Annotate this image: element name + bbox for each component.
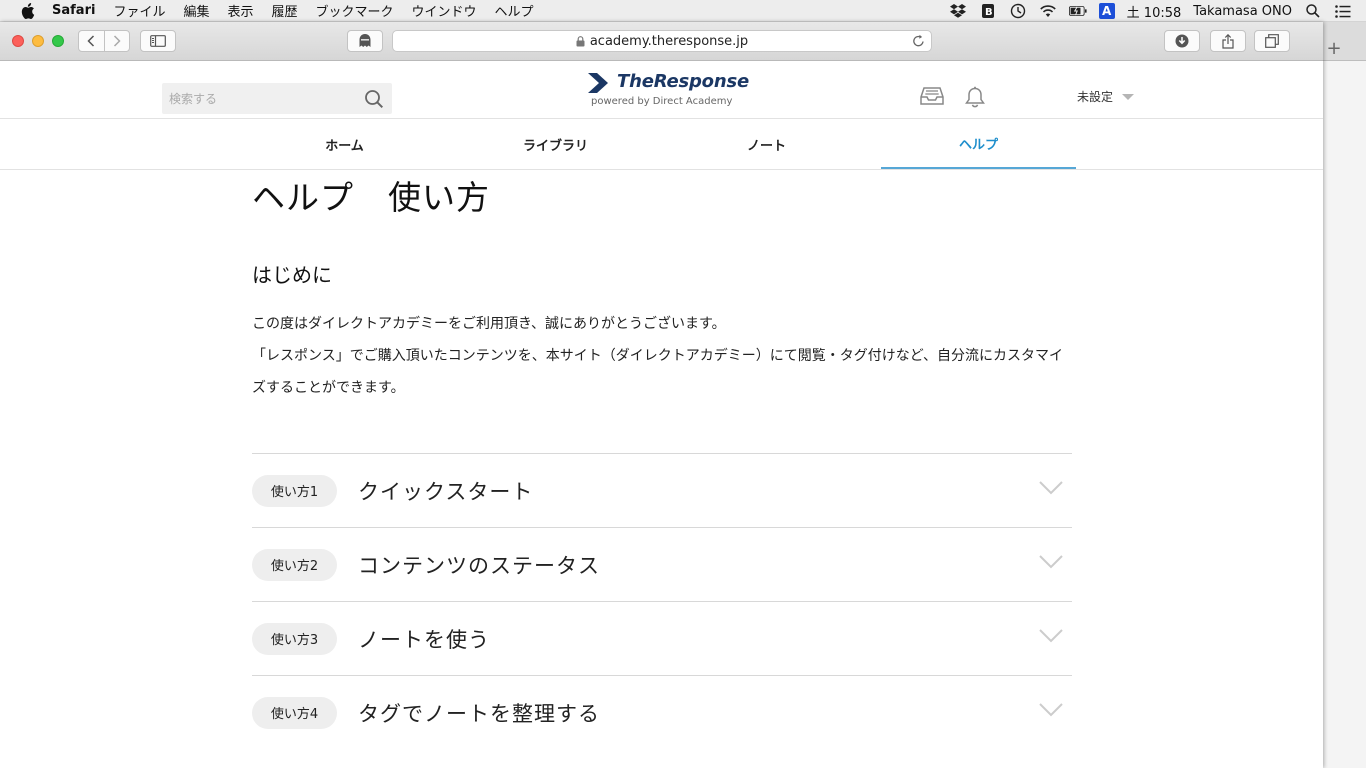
- evernote-icon[interactable]: B: [979, 3, 997, 19]
- reload-icon: [913, 34, 924, 47]
- menu-history[interactable]: 履歴: [271, 1, 297, 20]
- spotlight-icon[interactable]: [1304, 3, 1322, 19]
- web-page: TheResponse powered by Direct Academy 未設…: [0, 61, 1323, 768]
- nav-tab-notes[interactable]: ノート: [669, 119, 864, 169]
- wifi-icon[interactable]: [1039, 3, 1057, 19]
- site-header: TheResponse powered by Direct Academy 未設…: [0, 61, 1323, 119]
- user-menu-label: 未設定: [1077, 90, 1114, 104]
- forward-button[interactable]: [103, 31, 129, 51]
- intro-text: この度はダイレクトアカデミーをご利用頂き、誠にありがとうございます。 「レスポン…: [252, 308, 1072, 404]
- share-button[interactable]: [1210, 30, 1246, 52]
- main-nav: ホーム ライブラリ ノート ヘルプ: [0, 119, 1323, 170]
- faq-item-4[interactable]: 使い方4 タグでノートを整理する: [252, 675, 1072, 749]
- dropbox-icon[interactable]: [949, 3, 967, 19]
- svg-text:B: B: [985, 7, 993, 18]
- faq-badge: 使い方4: [252, 696, 337, 729]
- background-window-toolbar: +: [1323, 22, 1366, 61]
- faq-item-3[interactable]: 使い方3 ノートを使う: [252, 601, 1072, 675]
- logo-tagline: powered by Direct Academy: [591, 96, 733, 107]
- logo-arrow-icon: [588, 73, 608, 93]
- site-search: [162, 83, 392, 114]
- chevron-down-icon[interactable]: [1038, 702, 1064, 718]
- menubar-app-name[interactable]: Safari: [52, 3, 95, 18]
- notification-center-icon[interactable]: [1334, 3, 1352, 19]
- menu-view[interactable]: 表示: [227, 1, 253, 20]
- show-tabs-button[interactable]: [1254, 30, 1290, 52]
- menu-window[interactable]: ウインドウ: [412, 1, 477, 20]
- sidebar-icon: [150, 35, 166, 47]
- nav-tab-help[interactable]: ヘルプ: [881, 119, 1076, 169]
- downloads-button[interactable]: [1164, 30, 1200, 52]
- share-icon: [1222, 33, 1234, 49]
- close-window-button[interactable]: [12, 35, 24, 47]
- safari-toolbar: academy.theresponse.jp: [0, 22, 1323, 61]
- sidebar-button[interactable]: [140, 30, 176, 52]
- caret-down-icon: [1122, 93, 1135, 100]
- faq-badge: 使い方1: [252, 474, 337, 507]
- main-content: ヘルプ 使い方 はじめに この度はダイレクトアカデミーをご利用頂き、誠にありがと…: [252, 171, 1072, 404]
- input-method-icon[interactable]: A: [1098, 3, 1115, 19]
- menu-edit[interactable]: 編集: [183, 1, 209, 20]
- new-tab-icon[interactable]: +: [1321, 37, 1347, 59]
- nav-tab-library[interactable]: ライブラリ: [458, 119, 653, 169]
- chevron-down-icon[interactable]: [1038, 628, 1064, 644]
- faq-item-2[interactable]: 使い方2 コンテンツのステータス: [252, 527, 1072, 601]
- chevron-left-icon: [87, 35, 95, 47]
- menubar-status-area: B A 土 10:58 Takamasa ONO: [949, 0, 1366, 22]
- window-controls: [12, 35, 64, 47]
- intro-line-1: この度はダイレクトアカデミーをご利用頂き、誠にありがとうございます。: [252, 316, 726, 332]
- menubar-clock[interactable]: 土 10:58: [1127, 2, 1182, 21]
- tabs-icon: [1265, 34, 1279, 48]
- nav-tab-home[interactable]: ホーム: [247, 119, 442, 169]
- faq-title: クイックスタート: [358, 479, 534, 504]
- download-icon: [1175, 34, 1189, 48]
- time-machine-icon[interactable]: [1009, 3, 1027, 19]
- back-forward-group: [78, 30, 130, 52]
- faq-item-1[interactable]: 使い方1 クイックスタート: [252, 453, 1072, 527]
- faq-title: コンテンツのステータス: [358, 553, 600, 578]
- menu-help[interactable]: ヘルプ: [495, 1, 534, 20]
- chevron-down-icon[interactable]: [1038, 554, 1064, 570]
- address-bar-url: academy.theresponse.jp: [589, 33, 749, 49]
- ghostery-extension-button[interactable]: [347, 30, 383, 52]
- menu-bookmarks[interactable]: ブックマーク: [316, 1, 394, 20]
- search-icon[interactable]: [364, 89, 384, 109]
- menu-file[interactable]: ファイル: [113, 1, 165, 20]
- intro-line-2: 「レスポンス」でご購入頂いたコンテンツを、本サイト（ダイレクトアカデミー）にて閲…: [252, 348, 1064, 396]
- macos-menubar: Safari ファイル 編集 表示 履歴 ブックマーク ウインドウ ヘルプ B …: [0, 0, 1366, 22]
- bell-icon[interactable]: [964, 86, 986, 112]
- menubar-user[interactable]: Takamasa ONO: [1193, 4, 1292, 19]
- inbox-icon[interactable]: [920, 86, 944, 110]
- page-title: ヘルプ 使い方: [252, 178, 490, 217]
- ghost-icon: [359, 34, 371, 47]
- faq-title: ノートを使う: [358, 627, 490, 652]
- site-logo[interactable]: TheResponse powered by Direct Academy: [588, 71, 749, 111]
- minimize-window-button[interactable]: [32, 35, 44, 47]
- user-menu[interactable]: 未設定: [1077, 88, 1135, 105]
- faq-accordion: 使い方1 クイックスタート 使い方2 コンテンツのステータス 使い方3 ノートを…: [252, 453, 1072, 749]
- battery-icon[interactable]: [1068, 3, 1087, 19]
- apple-icon[interactable]: [20, 2, 36, 19]
- background-window: +: [1323, 22, 1366, 768]
- safari-window: academy.theresponse.jp TheResponse power…: [0, 22, 1323, 768]
- chevron-down-icon[interactable]: [1038, 480, 1064, 496]
- logo-name: TheResponse: [617, 71, 749, 92]
- zoom-window-button[interactable]: [52, 35, 64, 47]
- faq-title: タグでノートを整理する: [358, 701, 600, 726]
- faq-badge: 使い方2: [252, 548, 337, 581]
- back-button[interactable]: [79, 31, 104, 51]
- lock-icon: [576, 35, 585, 46]
- faq-badge: 使い方3: [252, 622, 337, 655]
- address-bar[interactable]: academy.theresponse.jp: [392, 30, 932, 52]
- chevron-right-icon: [113, 35, 121, 47]
- search-input[interactable]: [162, 83, 352, 114]
- section-title: はじめに: [252, 263, 332, 287]
